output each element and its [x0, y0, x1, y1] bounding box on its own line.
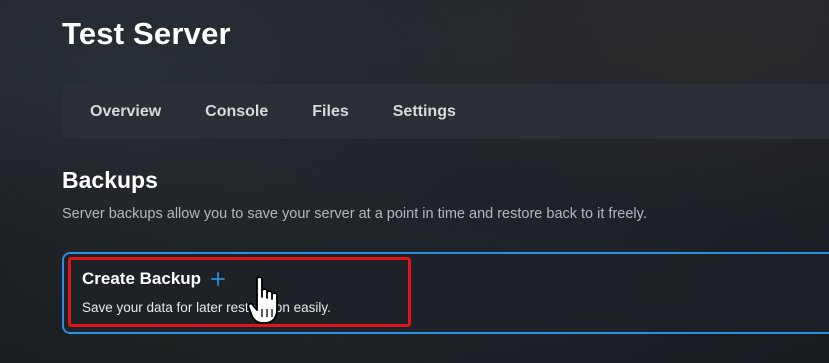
backups-heading: Backups [62, 167, 158, 193]
tab-bar: Overview Console Files Settings [62, 84, 829, 139]
tab-settings[interactable]: Settings [393, 103, 456, 121]
create-backup-header: Create Backup [82, 269, 225, 289]
server-page: Test Server Overview Console Files Setti… [0, 0, 829, 363]
tab-files[interactable]: Files [312, 103, 348, 121]
backups-description: Server backups allow you to save your se… [62, 206, 647, 222]
tab-overview[interactable]: Overview [90, 103, 161, 121]
page-title: Test Server [62, 16, 231, 51]
create-backup-button[interactable]: Create Backup Save your data for later r… [68, 257, 411, 327]
create-backup-description: Save your data for later restoration eas… [82, 300, 331, 315]
create-backup-title: Create Backup [82, 269, 202, 288]
plus-icon [211, 272, 225, 286]
tab-console[interactable]: Console [205, 103, 268, 121]
hand-pointer-icon [247, 276, 278, 324]
